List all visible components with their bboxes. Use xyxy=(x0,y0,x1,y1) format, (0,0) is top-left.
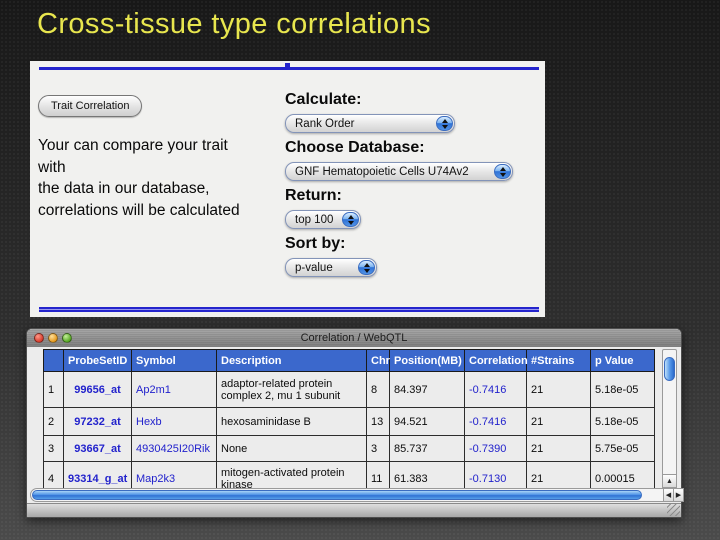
position-cell: 84.397 xyxy=(390,372,465,408)
table-row: 1 99656_at Ap2m1 adaptor-related protein… xyxy=(44,372,655,408)
choose-database-label: Choose Database: xyxy=(285,139,540,157)
horizontal-scroll-arrows: ◀ ▶ xyxy=(664,488,684,502)
description-cell: None xyxy=(217,436,367,462)
close-button[interactable] xyxy=(34,333,44,343)
scroll-right-icon[interactable]: ▶ xyxy=(674,488,684,502)
symbol-link[interactable]: 4930425I20Rik xyxy=(132,436,217,462)
scroll-up-icon[interactable]: ▲ xyxy=(663,474,676,487)
position-cell: 85.737 xyxy=(390,436,465,462)
probesetid-link[interactable]: 93667_at xyxy=(64,436,132,462)
probesetid-link[interactable]: 99656_at xyxy=(64,372,132,408)
probesetid-link[interactable]: 97232_at xyxy=(64,408,132,436)
database-select[interactable]: GNF Hematopoietic Cells U74Av2 xyxy=(285,162,513,181)
calculate-select-value: Rank Order xyxy=(295,118,354,130)
chr-cell: 3 xyxy=(367,436,390,462)
zoom-button[interactable] xyxy=(62,333,72,343)
chr-cell: 13 xyxy=(367,408,390,436)
symbol-link[interactable]: Hexb xyxy=(132,408,217,436)
col-header-strains: #Strains xyxy=(527,350,591,372)
symbol-link[interactable]: Ap2m1 xyxy=(132,372,217,408)
row-index: 3 xyxy=(44,436,64,462)
description-cell: hexosaminidase B xyxy=(217,408,367,436)
window-statusbar xyxy=(27,503,681,517)
col-header-pvalue: p Value xyxy=(591,350,655,372)
position-cell: 94.521 xyxy=(390,408,465,436)
return-select[interactable]: top 100 xyxy=(285,210,361,229)
correlation-table-area: ProbeSetID Symbol Description Chr Positi… xyxy=(43,349,655,501)
col-header-position: Position(MB) xyxy=(390,350,465,372)
trait-correlation-button[interactable]: Trait Correlation xyxy=(38,95,142,117)
col-header-correlation: Correlation xyxy=(465,350,527,372)
table-row: 2 97232_at Hexb hexosaminidase B 13 94.5… xyxy=(44,408,655,436)
window-controls xyxy=(34,333,72,343)
minimize-button[interactable] xyxy=(48,333,58,343)
select-stepper-icon xyxy=(358,260,375,275)
table-row: 3 93667_at 4930425I20Rik None 3 85.737 -… xyxy=(44,436,655,462)
sort-by-label: Sort by: xyxy=(285,235,540,253)
col-header-index xyxy=(44,350,64,372)
page-title: Cross-tissue type correlations xyxy=(37,8,431,41)
return-label: Return: xyxy=(285,187,540,205)
correlation-link[interactable]: -0.7390 xyxy=(465,436,527,462)
pvalue-cell: 5.18e-05 xyxy=(591,372,655,408)
database-select-value: GNF Hematopoietic Cells U74Av2 xyxy=(295,166,469,178)
pvalue-cell: 5.18e-05 xyxy=(591,408,655,436)
horizontal-scrollbar-thumb[interactable] xyxy=(32,490,642,500)
vertical-scrollbar[interactable]: ▲ ▼ xyxy=(662,349,677,501)
return-select-value: top 100 xyxy=(295,214,333,226)
form-controls-column: Calculate: Rank Order Choose Database: G… xyxy=(285,91,540,283)
panel-description: Your can compare your trait with the dat… xyxy=(38,135,283,221)
chr-cell: 8 xyxy=(367,372,390,408)
window-titlebar[interactable]: Correlation / WebQTL xyxy=(27,329,681,347)
sort-select[interactable]: p-value xyxy=(285,258,377,277)
calculate-select[interactable]: Rank Order xyxy=(285,114,455,133)
panel-bottom-rule xyxy=(39,307,539,312)
select-stepper-icon xyxy=(494,164,511,179)
select-stepper-icon xyxy=(436,116,453,131)
correlation-table: ProbeSetID Symbol Description Chr Positi… xyxy=(43,349,655,501)
strains-cell: 21 xyxy=(527,408,591,436)
webqtl-window: Correlation / WebQTL ProbeSetID Symbol D… xyxy=(26,328,682,518)
select-stepper-icon xyxy=(342,212,359,227)
col-header-symbol: Symbol xyxy=(132,350,217,372)
strains-cell: 21 xyxy=(527,436,591,462)
description-cell: adaptor-related protein complex 2, mu 1 … xyxy=(217,372,367,408)
row-index: 2 xyxy=(44,408,64,436)
horizontal-scrollbar[interactable]: ◀ ▶ xyxy=(30,488,664,502)
table-header-row: ProbeSetID Symbol Description Chr Positi… xyxy=(44,350,655,372)
strains-cell: 21 xyxy=(527,372,591,408)
calculate-label: Calculate: xyxy=(285,91,540,109)
panel-rule-notch xyxy=(285,63,290,70)
correlation-link[interactable]: -0.7416 xyxy=(465,408,527,436)
col-header-probesetid: ProbeSetID xyxy=(64,350,132,372)
vertical-scrollbar-thumb[interactable] xyxy=(664,357,675,381)
sort-select-value: p-value xyxy=(295,262,333,274)
pvalue-cell: 5.75e-05 xyxy=(591,436,655,462)
resize-grip-icon[interactable] xyxy=(667,504,680,516)
window-title: Correlation / WebQTL xyxy=(301,332,408,344)
row-index: 1 xyxy=(44,372,64,408)
col-header-chr: Chr xyxy=(367,350,390,372)
trait-correlation-panel: Trait Correlation Your can compare your … xyxy=(30,61,545,317)
scroll-left-icon[interactable]: ◀ xyxy=(664,488,674,502)
col-header-description: Description xyxy=(217,350,367,372)
correlation-link[interactable]: -0.7416 xyxy=(465,372,527,408)
